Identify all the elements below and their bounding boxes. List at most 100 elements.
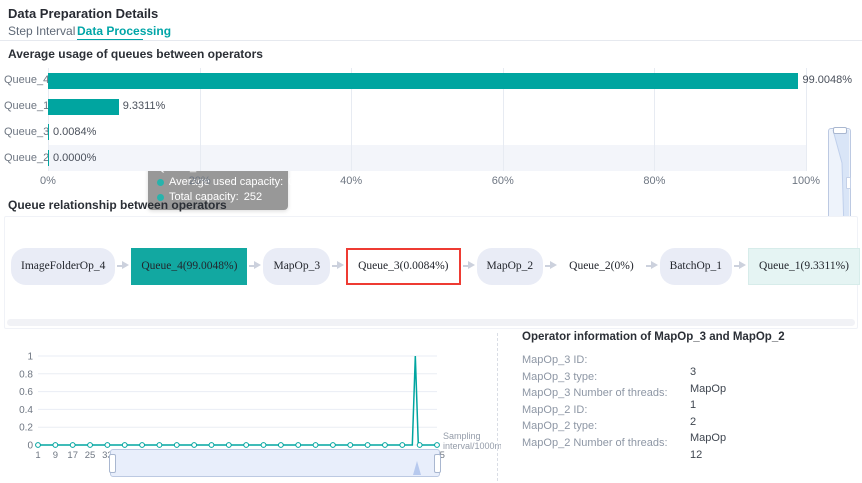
tab-data-processing[interactable]: Data Processing (77, 24, 171, 38)
tab-step-interval[interactable]: Step Interval (8, 24, 75, 38)
flow-node-mapop_3[interactable]: MapOp_3 (263, 248, 330, 285)
flow-arrow-icon (734, 265, 746, 267)
flow-arrow-icon (463, 265, 475, 267)
flow-arrow-icon (117, 265, 129, 267)
y-axis-tick-label: 0.4 (19, 405, 33, 416)
data-point-marker[interactable] (122, 443, 127, 448)
info-row-label: MapOp_3 ID: (522, 354, 852, 366)
y-axis-tick-label: 0.2 (19, 423, 33, 434)
data-point-marker[interactable] (192, 443, 197, 448)
y-axis-tick-label: 0 (27, 441, 33, 452)
bar-value-label: 9.3311% (123, 100, 166, 112)
info-row: MapOp_2 Number of threads:12 (522, 437, 852, 449)
flow-arrow-icon (646, 265, 658, 267)
y-axis-tick-label: 1 (27, 352, 33, 363)
flow-node-queue_4[interactable]: Queue_4(99.0048%) (131, 248, 247, 285)
x-axis-tick-label: 0% (40, 175, 56, 187)
flow-node-queue_3[interactable]: Queue_3(0.0084%) (346, 248, 460, 285)
info-row: MapOp_3 ID:3 (522, 354, 852, 366)
flow-node-imagefolderop_4[interactable]: ImageFolderOp_4 (11, 248, 115, 285)
queue-usage-bar-chart[interactable]: Queue_2 Average used capacity:0Total cap… (0, 60, 862, 190)
info-row: MapOp_2 type:MapOp (522, 420, 852, 432)
usage-bar-queue_1[interactable] (48, 99, 119, 115)
datazoom-handle-left[interactable] (109, 454, 116, 473)
flow-node-batchop_1[interactable]: BatchOp_1 (660, 248, 732, 285)
data-point-marker[interactable] (53, 443, 58, 448)
data-point-marker[interactable] (435, 443, 440, 448)
queue-usage-section-title: Average usage of queues between operator… (8, 47, 263, 61)
info-row-label: MapOp_3 Number of threads: (522, 387, 852, 399)
info-row: MapOp_3 type:MapOp (522, 371, 852, 383)
data-point-marker[interactable] (105, 443, 110, 448)
x-axis-tick-label: 40% (340, 175, 362, 187)
data-point-marker[interactable] (296, 443, 301, 448)
usage-bar-queue_4[interactable] (48, 73, 798, 89)
datazoom-handle-right[interactable] (434, 454, 441, 473)
data-point-marker[interactable] (157, 443, 162, 448)
tooltip-item-value: 0 (288, 176, 294, 188)
data-point-marker[interactable] (331, 443, 336, 448)
data-point-marker[interactable] (209, 443, 214, 448)
bar-value-label: 0.0084% (53, 126, 96, 138)
usage-bar-queue_2[interactable] (48, 150, 49, 166)
page-title: Data Preparation Details (8, 6, 158, 21)
x-axis-name: Samplinginterval/1000ms (443, 431, 501, 453)
x-axis-tick-label: 9 (53, 450, 58, 461)
series-dot-icon (157, 179, 164, 186)
diagram-scrollbar[interactable] (7, 319, 855, 326)
category-label: Queue_2 (4, 152, 44, 164)
data-point-marker[interactable] (313, 443, 318, 448)
y-axis-tick-label: 0.8 (19, 369, 33, 380)
category-label: Queue_3 (4, 126, 44, 138)
info-row-label: MapOp_3 type: (522, 371, 852, 383)
data-point-marker[interactable] (383, 443, 388, 448)
bar-value-label: 0.0000% (53, 152, 96, 164)
x-axis-tick-label: 80% (643, 175, 665, 187)
data-point-marker[interactable] (36, 443, 41, 448)
data-point-marker[interactable] (400, 443, 405, 448)
data-point-marker[interactable] (140, 443, 145, 448)
flow-node-queue_1[interactable]: Queue_1(9.3311%) (748, 248, 860, 285)
data-point-marker[interactable] (348, 443, 353, 448)
data-point-marker[interactable] (417, 443, 422, 448)
panel-divider (497, 333, 498, 481)
flow-arrow-icon (249, 265, 261, 267)
hovered-row-band (48, 145, 806, 171)
x-axis-tick-label: 60% (492, 175, 514, 187)
flow-node-mapop_2[interactable]: MapOp_2 (477, 248, 544, 285)
flow-arrow-icon (332, 265, 344, 267)
horizontal-datazoom-slider[interactable] (110, 449, 440, 477)
bar-value-label: 99.0048% (802, 74, 852, 86)
info-row-label: MapOp_2 ID: (522, 404, 852, 416)
info-row-value: 12 (690, 449, 702, 461)
series-line (38, 356, 437, 445)
y-axis-tick-label: 0.6 (19, 387, 33, 398)
data-point-marker[interactable] (226, 443, 231, 448)
info-row-label: MapOp_2 Number of threads: (522, 437, 852, 449)
data-point-marker[interactable] (174, 443, 179, 448)
x-axis-tick-label: 17 (67, 450, 78, 461)
flow-arrow-icon (545, 265, 557, 267)
queue-relationship-section-title: Queue relationship between operators (8, 198, 227, 212)
tooltip-item-value: 252 (244, 191, 262, 203)
data-point-marker[interactable] (278, 443, 283, 448)
queue-relationship-diagram: ImageFolderOp_4 Queue_4(99.0048%) MapOp_3 Q… (4, 216, 858, 329)
x-axis-tick-label: 25 (85, 450, 96, 461)
data-point-marker[interactable] (70, 443, 75, 448)
datazoom-nub[interactable] (846, 177, 851, 189)
tabs-divider (0, 40, 862, 41)
category-label: Queue_1 (4, 100, 44, 112)
data-point-marker[interactable] (244, 443, 249, 448)
category-label: Queue_4 (4, 74, 44, 86)
x-axis-tick-label: 1 (35, 450, 40, 461)
info-row-label: MapOp_2 type: (522, 420, 852, 432)
usage-bar-queue_3[interactable] (48, 124, 49, 140)
x-axis-tick-label: 20% (189, 175, 211, 187)
info-row: MapOp_3 Number of threads:1 (522, 387, 852, 399)
data-point-marker[interactable] (365, 443, 370, 448)
data-point-marker[interactable] (261, 443, 266, 448)
x-axis-tick-label: 100% (792, 175, 820, 187)
data-point-marker[interactable] (88, 443, 93, 448)
datazoom-handle-top[interactable] (833, 127, 847, 134)
flow-node-queue_2[interactable]: Queue_2(0%) (559, 248, 644, 285)
